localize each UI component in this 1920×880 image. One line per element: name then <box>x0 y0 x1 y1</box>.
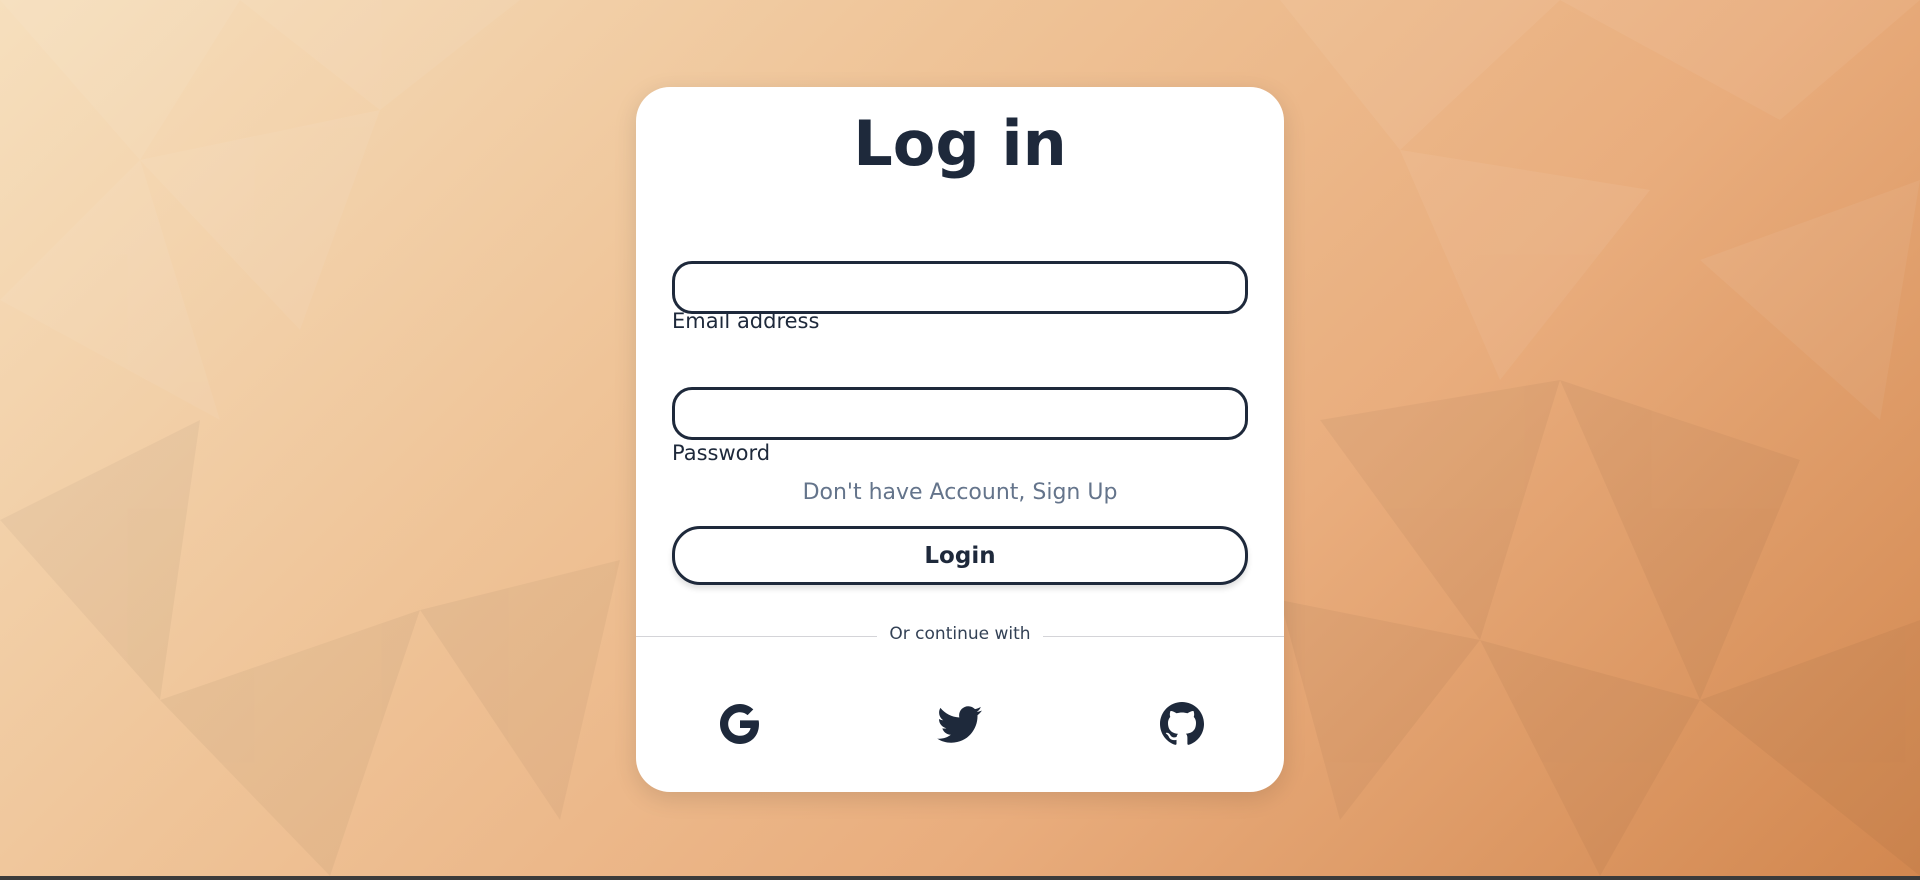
page-title: Log in <box>853 107 1067 180</box>
or-continue-text: Or continue with <box>877 624 1043 644</box>
twitter-icon[interactable] <box>936 700 984 748</box>
github-icon[interactable] <box>1158 700 1206 748</box>
divider-label: Or continue with <box>636 624 1284 644</box>
password-label: Password <box>672 441 771 465</box>
login-button[interactable]: Login <box>672 526 1248 585</box>
email-field[interactable] <box>672 261 1248 314</box>
bottom-border <box>0 876 1920 880</box>
google-icon[interactable] <box>716 700 764 748</box>
login-card: Log in Email address Password Don't have… <box>636 87 1284 792</box>
password-field[interactable] <box>672 387 1248 440</box>
signup-link[interactable]: Don't have Account, Sign Up <box>636 480 1284 505</box>
